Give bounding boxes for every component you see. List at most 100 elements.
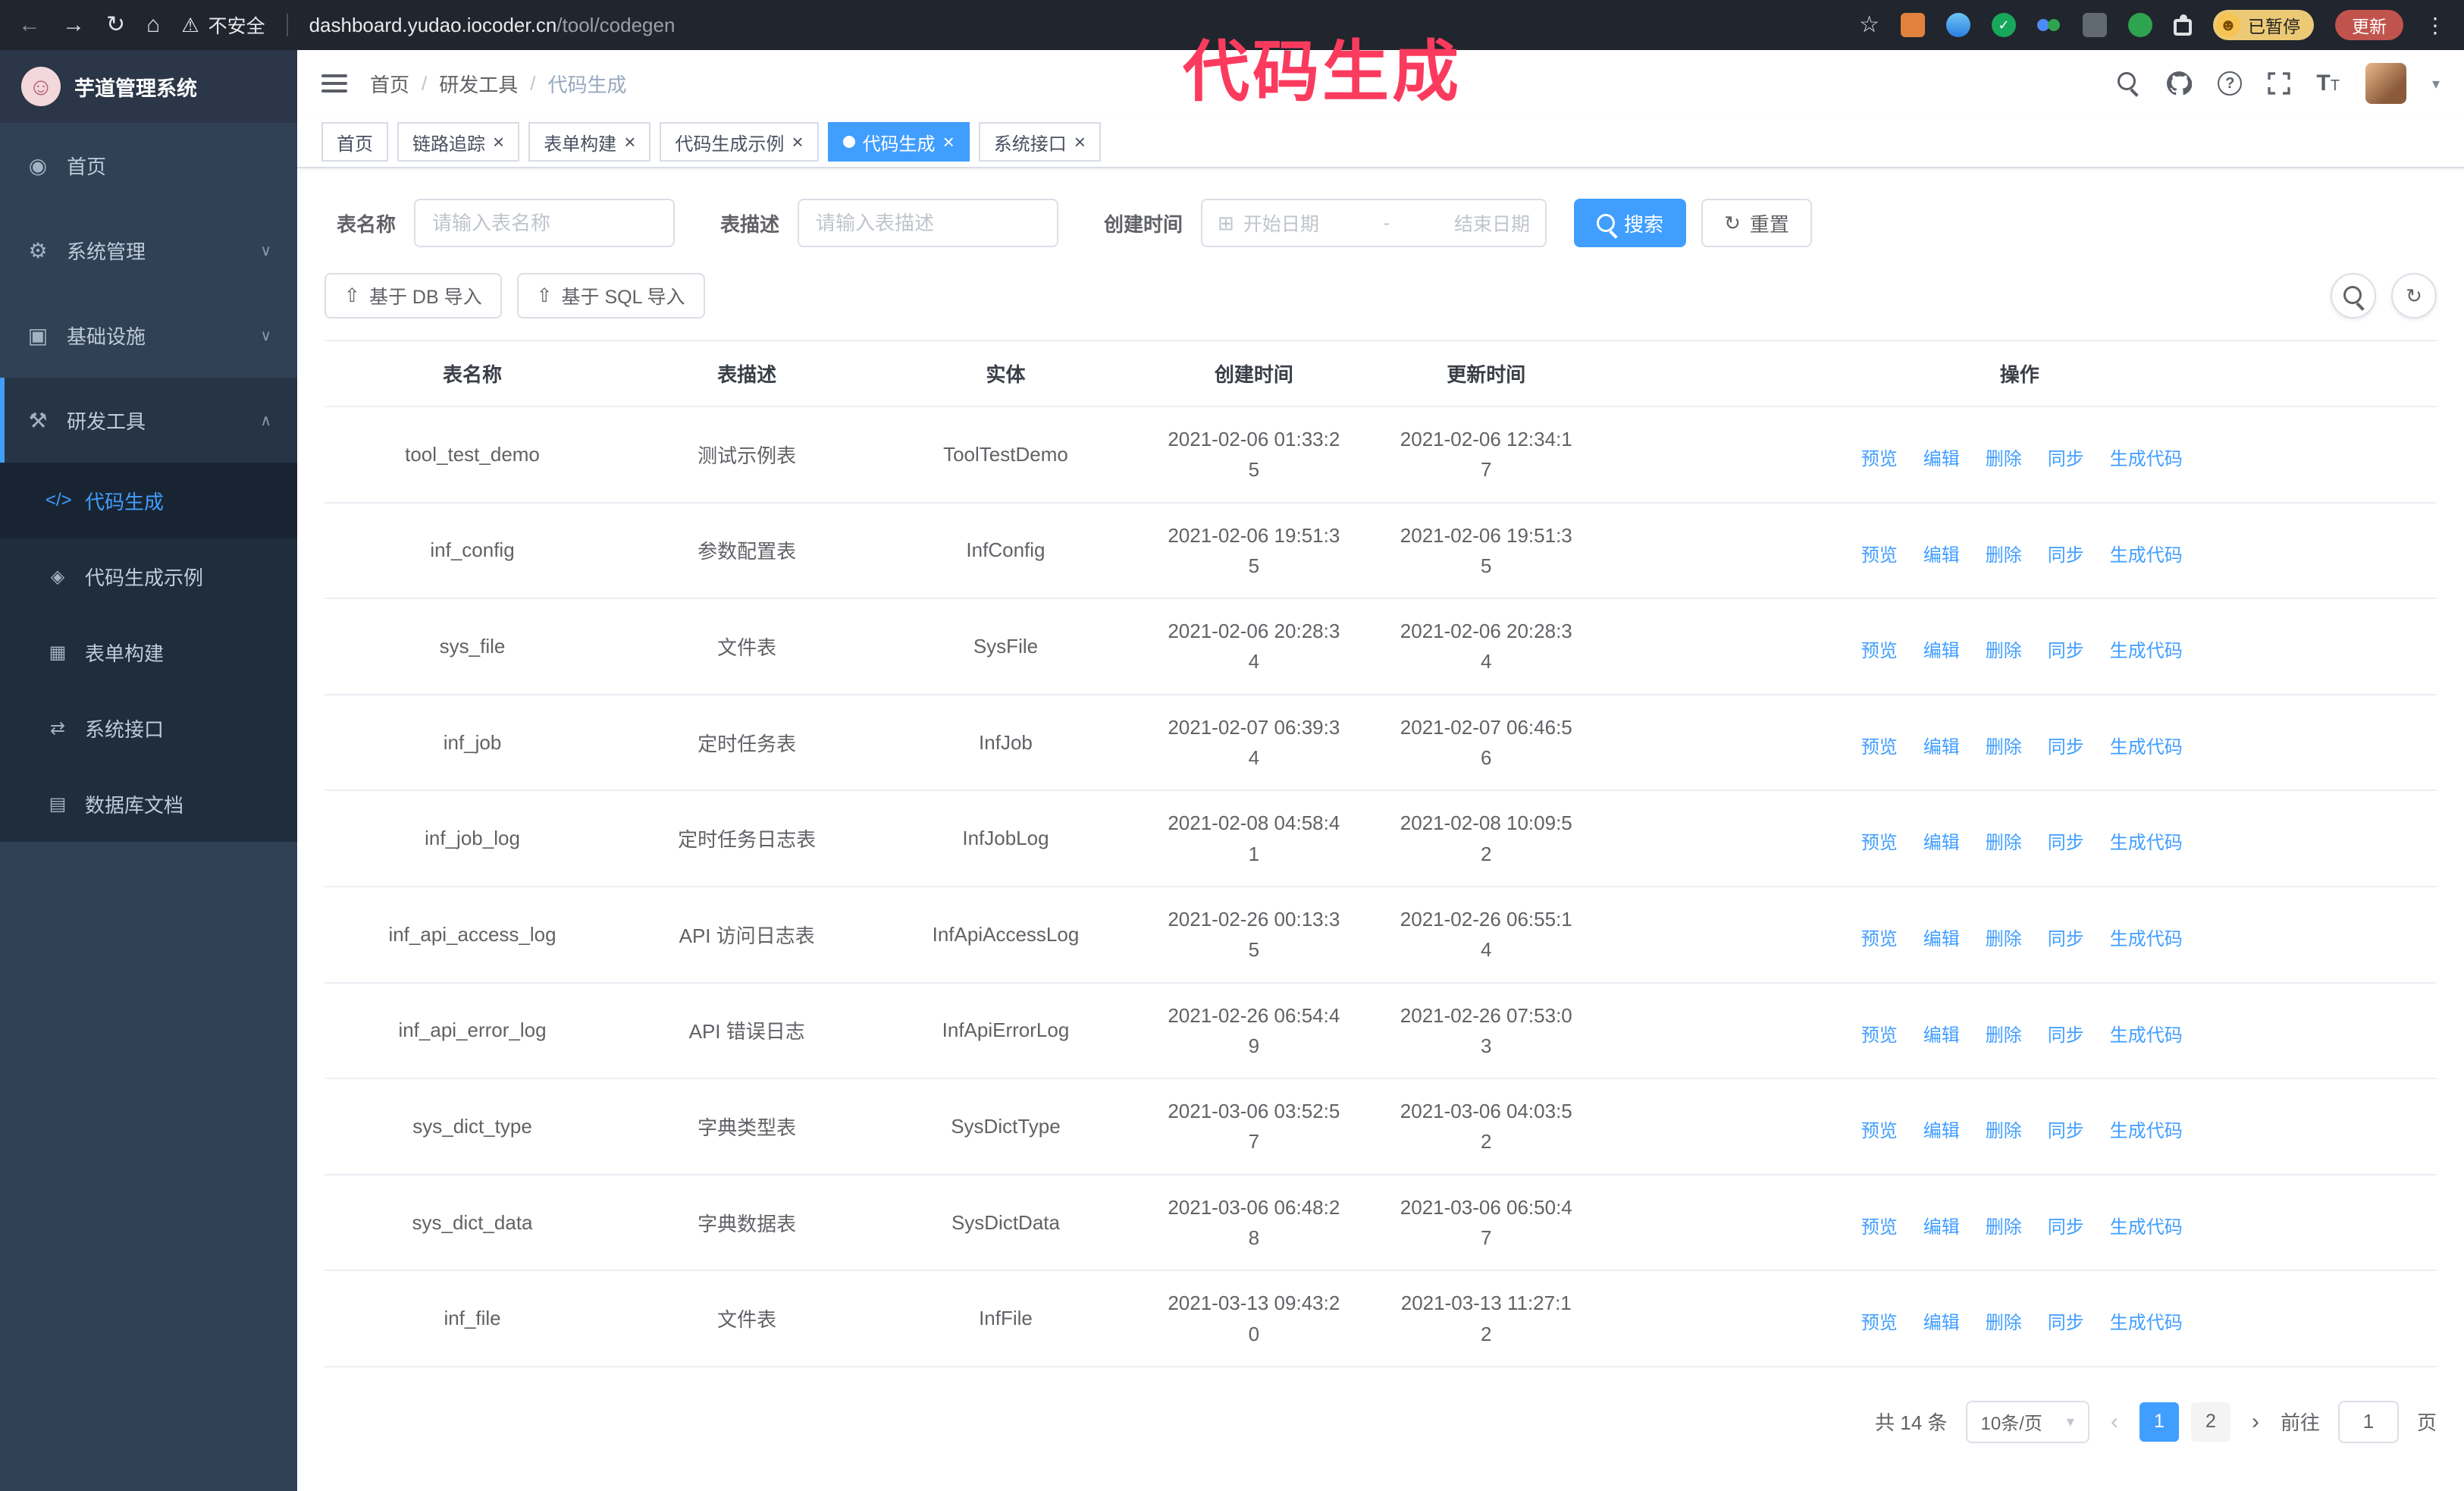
bookmark-star-icon[interactable]: ☆ (1859, 14, 1879, 36)
tab-codegen-example[interactable]: 代码生成示例 × (660, 122, 819, 162)
action-sync[interactable]: 同步 (2043, 827, 2084, 854)
action-generate-code[interactable]: 生成代码 (2105, 1020, 2183, 1047)
prev-page-button[interactable]: ‹ (2108, 1409, 2121, 1435)
font-size-icon[interactable]: TT (2316, 71, 2340, 96)
extension-icon[interactable] (2128, 13, 2152, 37)
close-icon[interactable]: × (624, 132, 635, 152)
goto-page-input[interactable] (2337, 1400, 2399, 1443)
sidebar-item-db-docs[interactable]: ▤ 数据库文档 (0, 766, 297, 842)
tab-home[interactable]: 首页 (321, 122, 388, 162)
action-delete[interactable]: 删除 (1981, 444, 2022, 470)
sidebar-item-codegen[interactable]: </> 代码生成 (0, 463, 297, 538)
search-button[interactable]: 搜索 (1574, 199, 1687, 247)
profile-paused-chip[interactable]: ☻ 已暂停 (2213, 10, 2314, 40)
tab-codegen[interactable]: 代码生成 × (827, 122, 970, 162)
action-edit[interactable]: 编辑 (1919, 636, 1960, 662)
action-sync[interactable]: 同步 (2043, 636, 2084, 662)
extension-icon[interactable] (1946, 13, 1970, 37)
toggle-search-button[interactable] (2331, 273, 2376, 319)
action-generate-code[interactable]: 生成代码 (2105, 444, 2183, 470)
sidebar-item-dev-tools[interactable]: ⚒ 研发工具 ∧ (0, 378, 297, 463)
action-generate-code[interactable]: 生成代码 (2105, 1212, 2183, 1238)
home-icon[interactable]: ⌂ (146, 14, 160, 36)
next-page-button[interactable]: › (2249, 1409, 2262, 1435)
action-edit[interactable]: 编辑 (1919, 924, 1960, 950)
action-generate-code[interactable]: 生成代码 (2105, 924, 2183, 950)
reload-icon[interactable]: ↻ (106, 14, 125, 36)
action-sync[interactable]: 同步 (2043, 1020, 2084, 1047)
user-avatar[interactable] (2365, 63, 2406, 104)
action-sync[interactable]: 同步 (2043, 1212, 2084, 1238)
action-preview[interactable]: 预览 (1857, 732, 1898, 758)
sidebar-item-system-api[interactable]: ⇄ 系统接口 (0, 690, 297, 766)
action-delete[interactable]: 删除 (1981, 1116, 2022, 1142)
action-sync[interactable]: 同步 (2043, 1116, 2084, 1142)
extension-people-icon[interactable] (2037, 13, 2061, 37)
action-edit[interactable]: 编辑 (1919, 444, 1960, 470)
action-sync[interactable]: 同步 (2043, 1307, 2084, 1334)
extension-check-icon[interactable]: ✓ (1992, 13, 2016, 37)
action-edit[interactable]: 编辑 (1919, 1116, 1960, 1142)
action-edit[interactable]: 编辑 (1919, 1020, 1960, 1047)
browser-menu-icon[interactable]: ⋮ (2425, 13, 2446, 38)
breadcrumb-home[interactable]: 首页 (370, 70, 409, 98)
table-desc-input[interactable] (798, 199, 1059, 247)
github-icon[interactable] (2166, 71, 2193, 96)
action-edit[interactable]: 编辑 (1919, 827, 1960, 854)
sidebar-item-form-builder[interactable]: ▦ 表单构建 (0, 614, 297, 690)
help-icon[interactable]: ? (2218, 71, 2243, 96)
address-bar[interactable]: dashboard.yudao.iocoder.cn/tool/codegen (309, 14, 676, 37)
action-delete[interactable]: 删除 (1981, 1020, 2022, 1047)
action-preview[interactable]: 预览 (1857, 1212, 1898, 1238)
close-icon[interactable]: × (1074, 132, 1086, 152)
action-edit[interactable]: 编辑 (1919, 1212, 1960, 1238)
action-preview[interactable]: 预览 (1857, 636, 1898, 662)
action-delete[interactable]: 删除 (1981, 540, 2022, 567)
action-delete[interactable]: 删除 (1981, 636, 2022, 662)
extension-icon[interactable] (2083, 13, 2107, 37)
action-sync[interactable]: 同步 (2043, 444, 2084, 470)
action-preview[interactable]: 预览 (1857, 1116, 1898, 1142)
action-preview[interactable]: 预览 (1857, 540, 1898, 567)
action-generate-code[interactable]: 生成代码 (2105, 540, 2183, 567)
action-generate-code[interactable]: 生成代码 (2105, 636, 2183, 662)
action-preview[interactable]: 预览 (1857, 924, 1898, 950)
sidebar-item-codegen-example[interactable]: ◈ 代码生成示例 (0, 538, 297, 614)
extensions-puzzle-icon[interactable] (2174, 14, 2192, 36)
import-db-button[interactable]: ⇧ 基于 DB 导入 (324, 273, 502, 319)
action-generate-code[interactable]: 生成代码 (2105, 1307, 2183, 1334)
action-generate-code[interactable]: 生成代码 (2105, 732, 2183, 758)
back-icon[interactable]: ← (18, 14, 41, 36)
action-preview[interactable]: 预览 (1857, 827, 1898, 854)
import-sql-button[interactable]: ⇧ 基于 SQL 导入 (516, 273, 705, 319)
action-preview[interactable]: 预览 (1857, 444, 1898, 470)
collapse-menu-icon[interactable] (321, 70, 347, 97)
sidebar-item-system-management[interactable]: ⚙ 系统管理 ∨ (0, 208, 297, 293)
close-icon[interactable]: × (792, 132, 803, 152)
date-range-picker[interactable]: ⊞ 开始日期 - 结束日期 (1201, 199, 1547, 247)
extension-icon[interactable] (1901, 13, 1925, 37)
caret-down-icon[interactable]: ▾ (2432, 74, 2440, 93)
page-2-button[interactable]: 2 (2190, 1402, 2230, 1442)
page-1-button[interactable]: 1 (2139, 1402, 2179, 1442)
reset-button[interactable]: ↻ 重置 (1701, 199, 1812, 247)
sidebar-item-infrastructure[interactable]: ▣ 基础设施 ∨ (0, 293, 297, 378)
action-edit[interactable]: 编辑 (1919, 1307, 1960, 1334)
action-sync[interactable]: 同步 (2043, 540, 2084, 567)
forward-icon[interactable]: → (62, 14, 85, 36)
action-generate-code[interactable]: 生成代码 (2105, 1116, 2183, 1142)
action-delete[interactable]: 删除 (1981, 924, 2022, 950)
breadcrumb-dev-tools[interactable]: 研发工具 (439, 70, 518, 98)
tab-form-builder[interactable]: 表单构建 × (528, 122, 651, 162)
tab-system-api[interactable]: 系统接口 × (978, 122, 1101, 162)
action-preview[interactable]: 预览 (1857, 1307, 1898, 1334)
action-preview[interactable]: 预览 (1857, 1020, 1898, 1047)
table-name-input[interactable] (414, 199, 676, 247)
tab-trace[interactable]: 链路追踪 × (397, 122, 520, 162)
app-logo[interactable]: ☺ 芋道管理系统 (0, 50, 297, 123)
action-edit[interactable]: 编辑 (1919, 540, 1960, 567)
fullscreen-icon[interactable] (2268, 72, 2291, 95)
close-icon[interactable]: × (493, 132, 504, 152)
action-delete[interactable]: 删除 (1981, 1212, 2022, 1238)
action-generate-code[interactable]: 生成代码 (2105, 827, 2183, 854)
